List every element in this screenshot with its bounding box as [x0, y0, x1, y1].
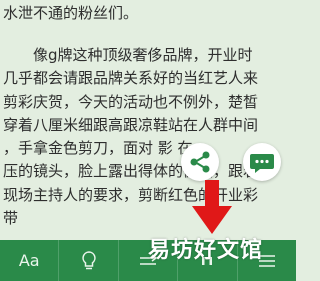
comment-icon	[250, 154, 274, 173]
paragraph-line: 几乎都会请跟品牌关系好的当红艺人来	[3, 69, 259, 88]
paragraph-line: 穿着八厘米细跟高跟凉鞋站在人群中间	[3, 115, 259, 134]
share-button[interactable]	[181, 143, 219, 181]
article-content: 水泄不通的粉丝们。 像g牌这种顶级奢侈品牌，开业时 几乎都会请跟品牌关系好的当红…	[0, 0, 296, 240]
paragraph-text: 水泄不通的粉丝们。	[3, 4, 139, 22]
comment-button[interactable]	[243, 143, 281, 181]
paragraph-line: 剪彩庆贺，今天的活动也不例外，楚皙	[3, 92, 259, 111]
down-arrow-icon	[192, 180, 232, 234]
font-size-label: Aa	[18, 251, 40, 270]
brightness-button[interactable]	[58, 240, 117, 281]
share-icon	[190, 151, 210, 173]
lightbulb-icon	[81, 250, 96, 269]
paragraph-line: 带	[3, 209, 19, 228]
font-size-button[interactable]: Aa	[0, 240, 58, 281]
paragraph-line: 像g牌这种顶级奢侈品牌，开业时	[33, 46, 253, 64]
paragraph-body: 像g牌这种顶级奢侈品牌，开业时 几乎都会请跟品牌关系好的当红艺人来 剪彩庆贺，今…	[3, 44, 296, 230]
paragraph-line: 现场主持人的要求，剪断红色的开业彩	[3, 185, 259, 204]
watermark-text: 易坊好文馆	[148, 238, 264, 263]
